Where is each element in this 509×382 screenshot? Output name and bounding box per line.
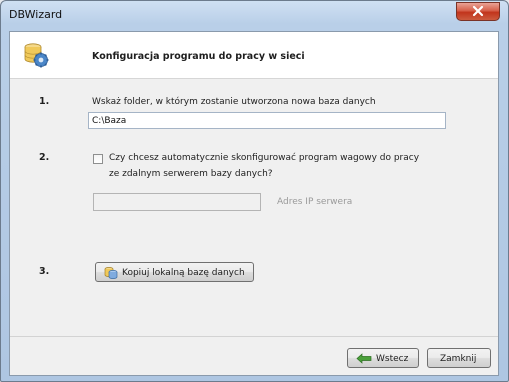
wizard-header-title: Konfiguracja programu do pracy w sieci — [92, 51, 305, 62]
database-settings-icon — [24, 43, 49, 68]
title-bar[interactable]: DBWizard — [1, 1, 508, 31]
close-dialog-button[interactable]: Zamknij — [427, 348, 491, 368]
back-button-label: Wstecz — [376, 354, 409, 364]
wizard-header: Konfiguracja programu do pracy w sieci — [10, 32, 498, 79]
step3-number: 3. — [39, 266, 50, 277]
dialog-client-area: Konfiguracja programu do pracy w sieci 1… — [9, 31, 499, 376]
close-icon — [472, 5, 484, 17]
window-title: DBWizard — [9, 8, 63, 21]
step1-label: Wskaż folder, w którym zostanie utworzon… — [92, 97, 376, 107]
step1-number: 1. — [39, 96, 50, 107]
folder-path-input[interactable] — [92, 114, 412, 127]
window-close-button[interactable] — [456, 2, 500, 21]
wizard-window: DBWizard Konfiguracja programu do pracy … — [0, 0, 509, 382]
copy-local-database-button[interactable]: Kopiuj lokalną bazę danych — [95, 262, 254, 282]
server-ip-label: Adres IP serwera — [277, 197, 353, 207]
step2-number: 2. — [39, 152, 50, 163]
footer-divider — [10, 336, 498, 337]
database-copy-icon — [104, 267, 118, 279]
auto-config-label-line1: Czy chcesz automatycznie skonfigurować p… — [109, 153, 420, 163]
back-button[interactable]: Wstecz — [347, 348, 419, 368]
arrow-left-icon — [356, 353, 372, 364]
folder-path-field[interactable] — [88, 112, 446, 129]
copy-local-database-label: Kopiuj lokalną bazę danych — [122, 268, 245, 278]
server-ip-input[interactable] — [93, 193, 261, 211]
auto-config-checkbox[interactable] — [93, 154, 103, 164]
auto-config-label-line2: ze zdalnym serwerem bazy danych? — [109, 169, 273, 179]
close-dialog-label: Zamknij — [440, 354, 477, 364]
